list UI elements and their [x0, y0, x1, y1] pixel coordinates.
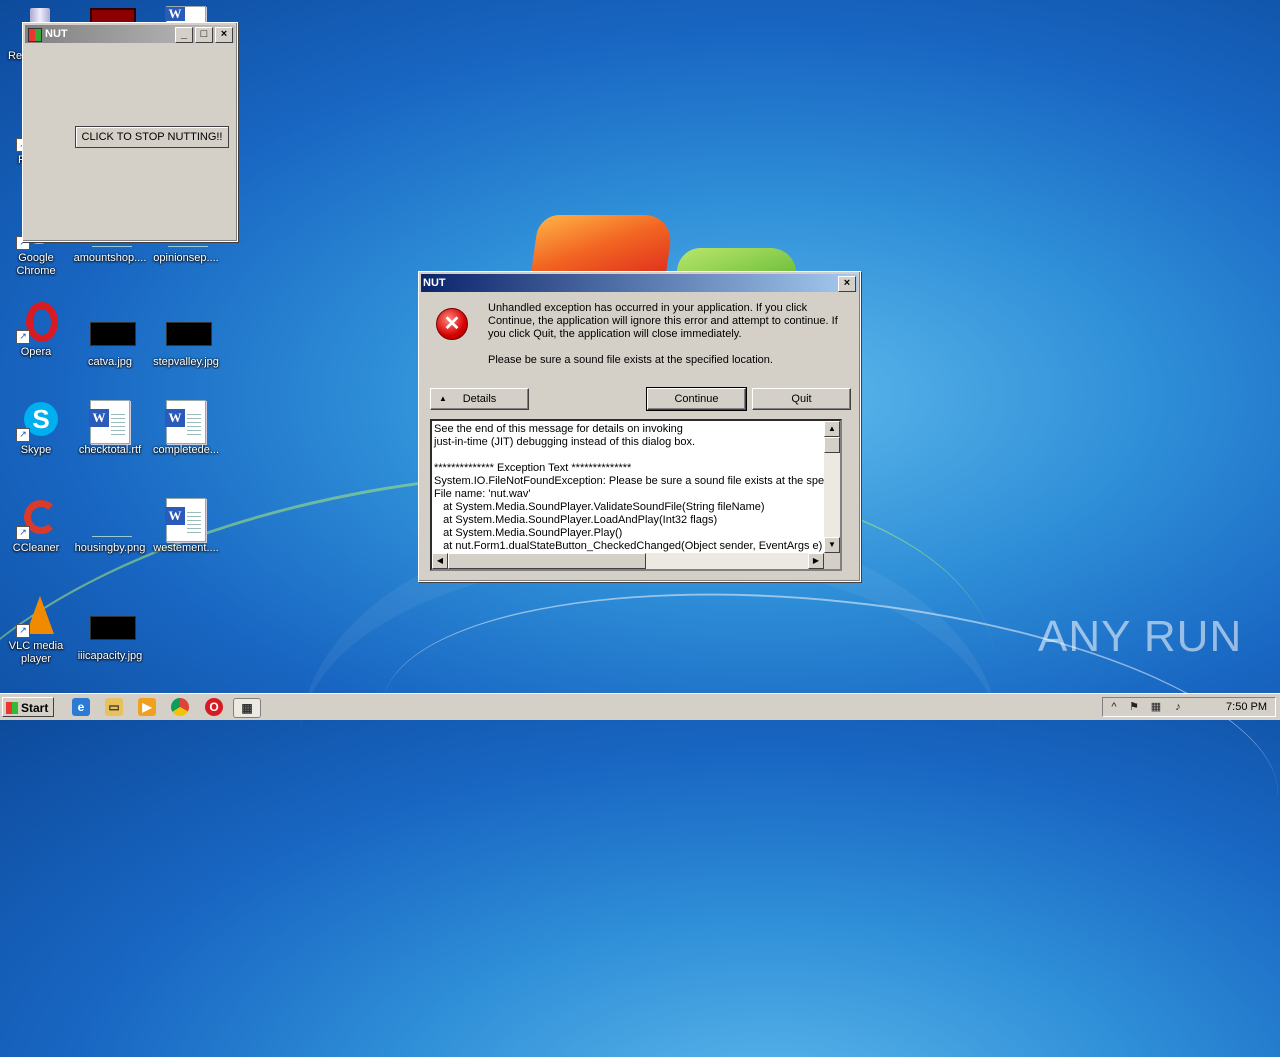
error-dialog-title: NUT: [423, 277, 446, 289]
horizontal-scrollbar[interactable]: ◀ ▶: [432, 553, 824, 569]
clock[interactable]: 7:50 PM: [1226, 701, 1267, 713]
desktop-icon-opera[interactable]: ↗ Opera: [0, 302, 74, 359]
error-message: Unhandled exception has occurred in your…: [488, 302, 838, 380]
word-document-icon: W: [162, 498, 210, 542]
network-icon[interactable]: ▦: [1149, 700, 1163, 714]
nut-window[interactable]: NUT _ □ × CLICK TO STOP NUTTING!!: [22, 22, 238, 242]
image-file-icon: [86, 312, 136, 352]
error-dialog[interactable]: NUT × ✕ Unhandled exception has occurred…: [418, 271, 861, 582]
desktop-icon-checktotal[interactable]: W checktotal.rtf: [72, 400, 148, 457]
scroll-left-icon[interactable]: ◀: [432, 553, 448, 569]
skype-icon: S ↗: [12, 400, 60, 442]
word-document-icon: W: [162, 400, 210, 444]
media-player-icon[interactable]: ▶: [138, 698, 156, 716]
error-icon: ✕: [436, 308, 468, 340]
desktop-icon-skype[interactable]: S ↗ Skype: [0, 400, 74, 457]
nut-window-titlebar[interactable]: NUT _ □ ×: [25, 25, 235, 43]
exception-details-textbox[interactable]: See the end of this message for details …: [430, 419, 842, 571]
horizontal-scroll-thumb[interactable]: [448, 553, 646, 569]
quit-button[interactable]: Quit: [752, 388, 851, 410]
desktop-icon-completede[interactable]: W completede...: [148, 400, 224, 457]
minimize-icon[interactable]: _: [175, 27, 193, 43]
desktop-icon-iiicapacity[interactable]: iiicapacity.jpg: [72, 606, 148, 663]
vertical-scroll-thumb[interactable]: [824, 437, 840, 453]
collapse-arrow-icon: ▲: [439, 394, 447, 403]
word-document-icon: W: [86, 400, 134, 444]
start-button[interactable]: Start: [2, 697, 54, 717]
nut-app-taskbar-icon[interactable]: ▦: [233, 698, 261, 718]
shortcut-arrow-icon: ↗: [16, 526, 30, 540]
taskbar: Start e ▭ ▶ O ▦ ^ ⚑ ▦ ♪ 7:50 PM: [0, 693, 1280, 720]
shortcut-arrow-icon: ↗: [16, 624, 30, 638]
image-file-icon: [86, 606, 136, 646]
internet-explorer-icon[interactable]: e: [72, 698, 90, 716]
desktop-icon-catva[interactable]: catva.jpg: [72, 312, 148, 369]
nut-window-title: NUT: [45, 28, 68, 40]
opera-icon[interactable]: O: [205, 698, 223, 716]
windows-flag-icon: [6, 702, 18, 714]
desktop-icon-ccleaner[interactable]: ↗ CCleaner: [0, 498, 74, 555]
volume-icon[interactable]: ♪: [1171, 700, 1185, 714]
close-icon[interactable]: ×: [838, 276, 856, 292]
error-message-main: Unhandled exception has occurred in your…: [488, 302, 838, 340]
image-file-icon: [86, 498, 134, 538]
error-message-detail: Please be sure a sound file exists at th…: [488, 354, 773, 366]
image-file-icon: [162, 312, 212, 352]
shortcut-arrow-icon: ↗: [16, 330, 30, 344]
close-icon[interactable]: ×: [215, 27, 233, 43]
shortcut-arrow-icon: ↗: [16, 428, 30, 442]
desktop-icon-stepvalley[interactable]: stepvalley.jpg: [148, 312, 224, 369]
desktop-icon-housingby[interactable]: housingby.png: [72, 498, 148, 555]
continue-button[interactable]: Continue: [646, 387, 747, 411]
maximize-icon[interactable]: □: [195, 27, 213, 43]
system-tray: ^ ⚑ ▦ ♪ 7:50 PM: [1102, 697, 1276, 717]
action-center-flag-icon[interactable]: ⚑: [1127, 700, 1141, 714]
desktop-icon-vlc[interactable]: ↗ VLC media player: [0, 596, 74, 666]
opera-icon: ↗: [12, 302, 60, 344]
details-button[interactable]: ▲ Details: [430, 388, 529, 410]
scroll-up-icon[interactable]: ▲: [824, 421, 840, 437]
stop-nutting-button[interactable]: CLICK TO STOP NUTTING!!: [75, 126, 229, 148]
scroll-down-icon[interactable]: ▼: [824, 537, 840, 553]
scrollbar-corner: [824, 553, 840, 569]
scroll-right-icon[interactable]: ▶: [808, 553, 824, 569]
desktop-icon-westement[interactable]: W westement....: [148, 498, 224, 555]
chrome-icon[interactable]: [171, 698, 189, 716]
anyrun-watermark: ANY RUN: [1038, 612, 1243, 661]
vertical-scrollbar[interactable]: ▲ ▼: [824, 421, 840, 553]
error-dialog-titlebar[interactable]: NUT ×: [421, 274, 858, 292]
exception-details-text: See the end of this message for details …: [434, 423, 836, 552]
windows-logo-red: [530, 215, 675, 275]
ccleaner-icon: ↗: [12, 498, 60, 540]
show-hidden-icons-icon[interactable]: ^: [1107, 700, 1121, 714]
vlc-icon: ↗: [12, 596, 60, 638]
app-icon: [28, 28, 42, 42]
file-explorer-icon[interactable]: ▭: [105, 698, 123, 716]
